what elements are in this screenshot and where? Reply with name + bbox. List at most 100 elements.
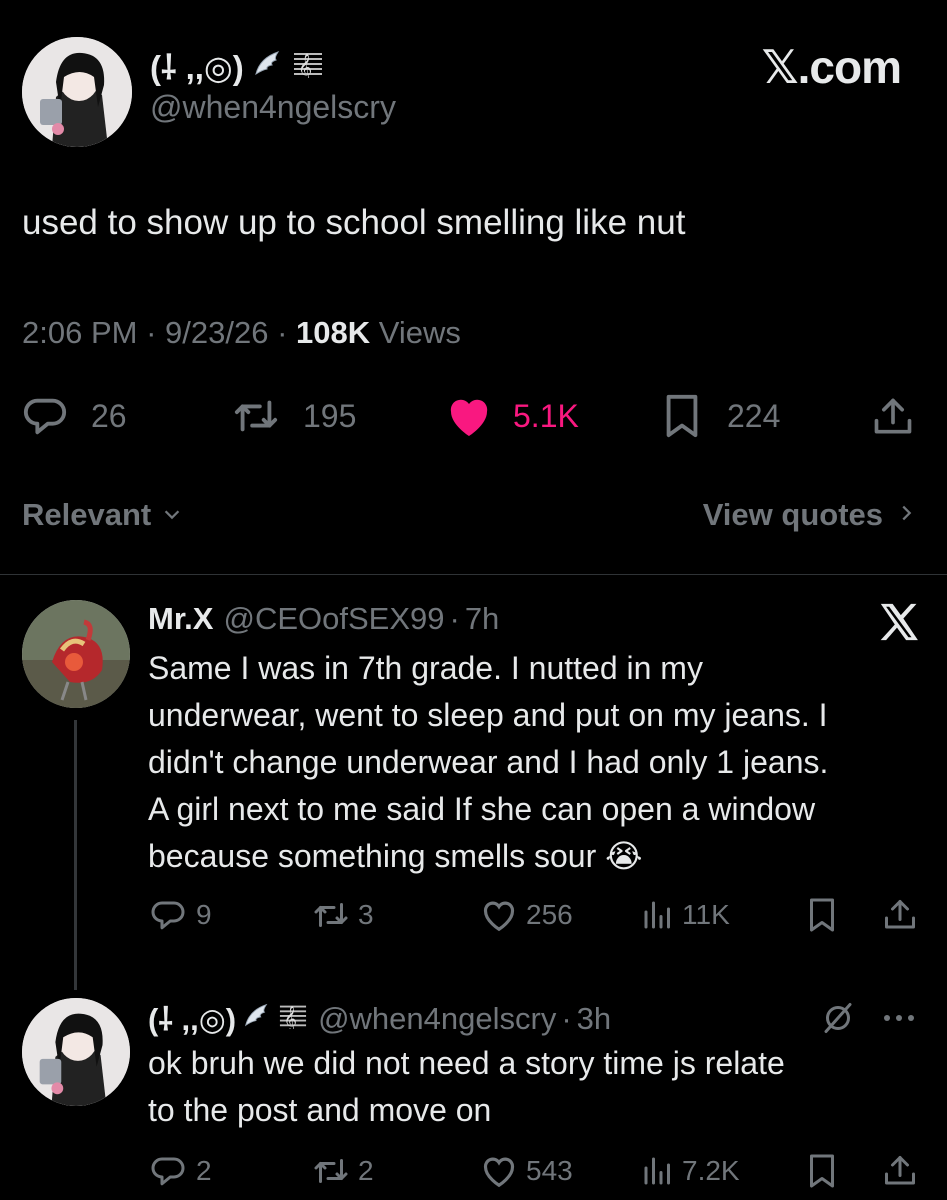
repost-count: 3 [358,899,374,930]
like-count: 5.1K [513,397,579,434]
reply-button[interactable]: 26 [22,393,127,439]
sort-dropdown[interactable]: Relevant [22,497,183,533]
sort-label: Relevant [22,497,152,532]
author-display-name[interactable]: (⸸ ,,◎) [150,44,244,89]
bookmark-icon [806,1153,838,1189]
reply-text-line: ok bruh we did not need a story time js … [148,1045,785,1081]
music-score-icon: 𝄞 [278,1001,308,1037]
share-icon [882,1153,918,1189]
reply-name-line: (⸸ ,,◎) 𝄞 @when4ngelscry · 3h [148,998,611,1040]
grok-icon [820,1000,856,1036]
post-date[interactable]: 9/23/26 [165,315,268,350]
author-handle[interactable]: @when4ngelscry [150,89,396,126]
svg-text:𝄞: 𝄞 [298,53,312,78]
meta-separator: · [449,601,460,636]
share-button[interactable] [882,897,918,933]
views-count: 11K [682,899,730,930]
post-time[interactable]: 2:06 PM [22,315,137,350]
meta-separator: · [561,1001,572,1036]
reply-display-name[interactable]: Mr.X [148,601,213,637]
repost-count: 195 [303,397,357,434]
reply-button[interactable]: 2 [150,1153,212,1189]
repost-count: 2 [358,1155,374,1186]
view-quotes-link[interactable]: View quotes [703,497,917,533]
like-count: 256 [526,899,573,930]
view-quotes-label: View quotes [702,497,883,532]
reply-text-line: didn't change underwear and I had only 1… [148,744,829,780]
bookmark-button[interactable] [806,897,838,933]
reply-text-line: Same I was in 7th grade. I nutted in my [148,650,703,686]
grok-button[interactable] [820,1000,856,1036]
divider [0,574,947,575]
views-count: 7.2K [682,1155,740,1186]
share-button[interactable] [882,1153,918,1189]
reply-text: ok bruh we did not need a story time js … [148,1040,785,1134]
views-stat[interactable]: 7.2K [640,1153,740,1189]
post-text: used to show up to school smelling like … [22,203,686,242]
wing-icon [242,1001,270,1037]
share-icon [871,395,915,439]
chevron-down-icon [161,497,183,533]
like-button[interactable]: 256 [480,897,573,933]
share-icon [882,897,918,933]
reply-time[interactable]: 7h [465,601,499,637]
repost-button[interactable]: 2 [310,1153,374,1189]
repost-icon [310,1153,352,1189]
bookmark-icon [662,393,702,439]
brand-watermark: 𝕏.com [761,41,902,93]
reply-count: 2 [196,1155,212,1186]
reply-time[interactable]: 3h [577,1001,611,1037]
analytics-icon [640,897,676,933]
like-button[interactable]: 5.1K [445,393,579,439]
views-label: Views [378,315,461,350]
meta-separator: · [146,315,166,350]
reply-count: 9 [196,899,212,930]
analytics-icon [640,1153,676,1189]
reply-text-line: to the post and move on [148,1092,492,1128]
reply-icon [22,393,68,439]
like-button[interactable]: 543 [480,1153,573,1189]
reply-icon [150,897,186,933]
bookmark-button[interactable] [806,1153,838,1189]
svg-text:𝄞: 𝄞 [284,1006,297,1029]
heart-outline-icon [480,1153,518,1189]
repost-icon [230,393,282,439]
meta-separator: · [277,315,297,350]
reply-text-line: underwear, went to sleep and put on my j… [148,697,828,733]
chevron-right-icon [895,497,917,533]
views-count: 108K [296,315,371,350]
reply-text: Same I was in 7th grade. I nutted in my … [148,645,828,880]
reply-handle[interactable]: @CEOofSEX99 [223,601,444,637]
like-count: 543 [526,1155,573,1186]
wing-icon [252,48,282,86]
bookmark-icon [806,897,838,933]
reply-text-line: A girl next to me said If she can open a… [148,791,816,827]
repost-button[interactable]: 3 [310,897,374,933]
reply-button[interactable]: 9 [150,897,212,933]
views-stat[interactable]: 11K [640,897,730,933]
more-options-button[interactable] [880,1000,918,1036]
repost-button[interactable]: 195 [230,393,356,439]
reply-name-line: Mr.X @CEOofSEX99 · 7h [148,601,499,637]
author-name-line: (⸸ ,,◎) 𝄞 [150,44,324,89]
thread-connector [74,720,77,990]
more-icon [880,1000,918,1036]
reply-count: 26 [91,397,127,434]
heart-filled-icon [445,393,493,439]
reply-icon [150,1153,186,1189]
post-meta: 2:06 PM · 9/23/26 · 108K Views [22,315,461,351]
reply-avatar[interactable] [22,998,130,1106]
replies-header-row: Relevant View quotes [22,497,917,533]
reply-display-name[interactable]: (⸸ ,,◎) [148,998,236,1040]
repost-icon [310,897,352,933]
music-score-icon: 𝄞 [292,48,324,86]
bookmark-count: 224 [727,397,781,434]
reply-avatar[interactable] [22,600,130,708]
bookmark-button[interactable]: 224 [662,393,780,439]
reply-handle[interactable]: @when4ngelscry [318,1001,556,1037]
share-button[interactable] [871,395,915,439]
x-logo-icon [877,602,921,647]
heart-outline-icon [480,897,518,933]
author-avatar[interactable] [22,37,132,147]
reply-text-line: because something smells sour 😭 [148,838,643,874]
